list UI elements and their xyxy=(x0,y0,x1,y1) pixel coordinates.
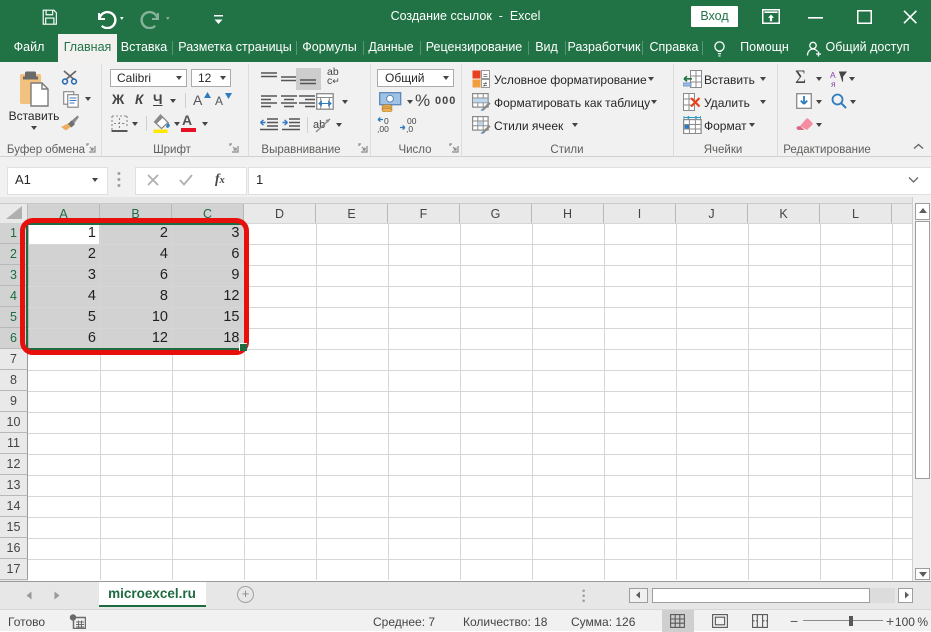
svg-text:=: = xyxy=(483,71,488,80)
svg-text:≠: ≠ xyxy=(483,80,488,88)
svg-text:,0: ,0 xyxy=(406,124,413,133)
svg-text:я: я xyxy=(831,79,836,88)
svg-text:,00: ,00 xyxy=(377,124,389,133)
